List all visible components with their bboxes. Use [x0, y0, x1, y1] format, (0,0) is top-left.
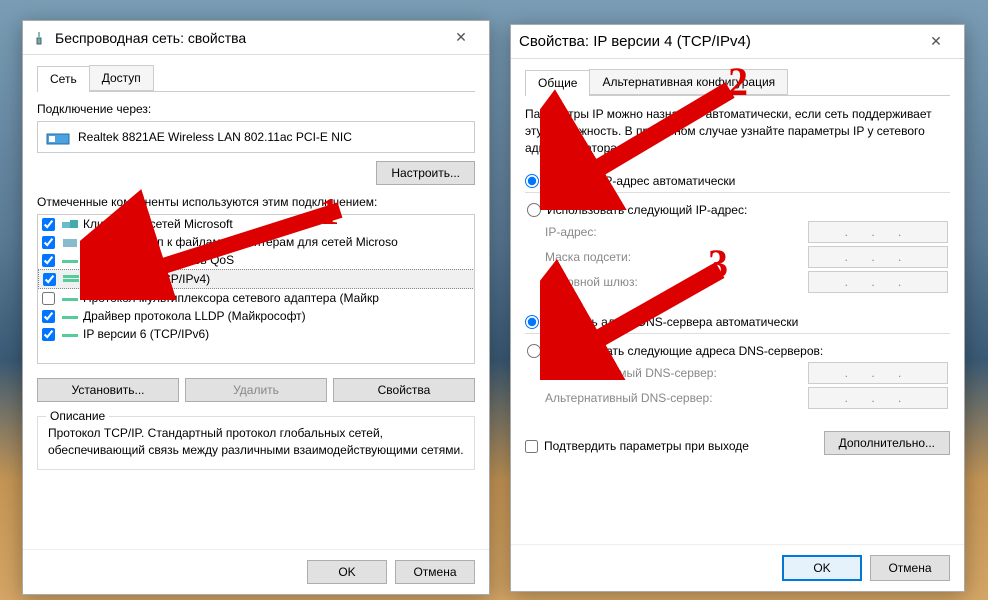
subnet-label: Маска подсети: [545, 250, 808, 264]
cancel-button[interactable]: Отмена [870, 555, 950, 581]
connect-via-label: Подключение через: [37, 102, 475, 116]
list-item-ipv4[interactable]: IP версии 4 (TCP/IPv4) [38, 269, 475, 289]
item-checkbox[interactable] [42, 254, 55, 267]
gateway-input: . . . [808, 271, 948, 293]
install-button[interactable]: Установить... [37, 378, 179, 402]
ipv4-properties-window: Свойства: IP версии 4 (TCP/IPv4) ✕ Общие… [510, 24, 965, 592]
titlebar[interactable]: Свойства: IP версии 4 (TCP/IPv4) ✕ [511, 25, 964, 59]
list-item-label: Протокол мультиплексора сетевого адаптер… [83, 291, 379, 305]
item-checkbox[interactable] [43, 273, 56, 286]
remove-button: Удалить [185, 378, 327, 402]
info-text: Параметры IP можно назначать автоматичес… [525, 106, 950, 156]
description-group: Описание Протокол TCP/IP. Стандартный пр… [37, 416, 475, 470]
description-text: Протокол TCP/IP. Стандартный протокол гл… [48, 425, 464, 459]
tab-alt-config[interactable]: Альтернативная конфигурация [589, 69, 788, 95]
components-label: Отмеченные компоненты используются этим … [37, 195, 475, 209]
properties-button[interactable]: Свойства [333, 378, 475, 402]
list-item[interactable]: Драйвер протокола LLDP (Майкрософт) [38, 307, 475, 325]
window-title: Свойства: IP версии 4 (TCP/IPv4) [519, 33, 916, 50]
list-item[interactable]: IP версии 6 (TCP/IPv6) [38, 325, 475, 343]
window-title: Беспроводная сеть: свойства [55, 30, 441, 46]
list-item-label: IP версии 6 (TCP/IPv6) [83, 327, 209, 341]
dns-manual-label: Использовать следующие адреса DNS-сервер… [547, 344, 823, 358]
protocol-icon [61, 309, 79, 323]
dns-pref-label: Предпочитаемый DNS-сервер: [545, 366, 808, 380]
list-item-label: Драйвер протокола LLDP (Майкрософт) [83, 309, 306, 323]
list-item-label: Клиент для сетей Microsoft [83, 217, 233, 231]
description-title: Описание [46, 409, 109, 423]
item-checkbox[interactable] [42, 292, 55, 305]
dns-alt-input: . . . [808, 387, 948, 409]
ip-auto-label: Получить IP-адрес автоматически [545, 174, 735, 188]
wireless-properties-window: Беспроводная сеть: свойства ✕ Сеть Досту… [22, 20, 490, 595]
dns-alt-label: Альтернативный DNS-сервер: [545, 391, 808, 405]
advanced-button[interactable]: Дополнительно... [824, 431, 950, 455]
list-item[interactable]: Общий доступ к файлам и принтерам для се… [38, 233, 475, 251]
dns-manual-radio-row[interactable]: Использовать следующие адреса DNS-сервер… [527, 344, 948, 358]
tab-strip: Сеть Доступ [37, 65, 475, 92]
dns-auto-label: Получить адрес DNS-сервера автоматически [545, 315, 798, 329]
protocol-icon [61, 291, 79, 305]
adapter-icon [46, 128, 70, 146]
gateway-label: Основной шлюз: [545, 275, 808, 289]
dns-auto-radio[interactable] [525, 315, 539, 329]
share-icon [61, 235, 79, 249]
dns-pref-input: . . . [808, 362, 948, 384]
ip-address-input: . . . [808, 221, 948, 243]
ok-button[interactable]: OK [782, 555, 862, 581]
ip-address-label: IP-адрес: [545, 225, 808, 239]
list-item-label: IP версии 4 (TCP/IPv4) [84, 272, 210, 286]
components-listbox[interactable]: Клиент для сетей Microsoft Общий доступ … [37, 214, 475, 364]
qos-icon [61, 253, 79, 267]
ok-button[interactable]: OK [307, 560, 387, 584]
cancel-button[interactable]: Отмена [395, 560, 475, 584]
ip-manual-radio-row[interactable]: Использовать следующий IP-адрес: [527, 203, 948, 217]
ip-auto-radio-row[interactable]: Получить IP-адрес автоматически [525, 174, 950, 188]
tab-network[interactable]: Сеть [37, 66, 90, 92]
protocol-icon [61, 327, 79, 341]
adapter-box: Realtek 8821AE Wireless LAN 802.11ac PCI… [37, 121, 475, 153]
subnet-input: . . . [808, 246, 948, 268]
ip-manual-radio[interactable] [527, 203, 541, 217]
tab-general[interactable]: Общие [525, 70, 590, 96]
protocol-icon [62, 272, 80, 286]
ip-auto-radio[interactable] [525, 174, 539, 188]
list-item-label: Планировщик пакетов QoS [83, 253, 234, 267]
list-item[interactable]: Клиент для сетей Microsoft [38, 215, 475, 233]
wireless-adapter-icon [31, 30, 47, 46]
close-button[interactable]: ✕ [441, 24, 481, 52]
item-checkbox[interactable] [42, 310, 55, 323]
item-checkbox[interactable] [42, 236, 55, 249]
dns-manual-radio[interactable] [527, 344, 541, 358]
dns-auto-radio-row[interactable]: Получить адрес DNS-сервера автоматически [525, 315, 950, 329]
tab-strip: Общие Альтернативная конфигурация [525, 69, 950, 96]
configure-button[interactable]: Настроить... [376, 161, 475, 185]
list-item-label: Общий доступ к файлам и принтерам для се… [83, 235, 398, 249]
client-icon [61, 217, 79, 231]
item-checkbox[interactable] [42, 218, 55, 231]
titlebar[interactable]: Беспроводная сеть: свойства ✕ [23, 21, 489, 55]
tab-access[interactable]: Доступ [89, 65, 154, 91]
close-button[interactable]: ✕ [916, 28, 956, 56]
item-checkbox[interactable] [42, 328, 55, 341]
list-item[interactable]: Протокол мультиплексора сетевого адаптер… [38, 289, 475, 307]
adapter-name: Realtek 8821AE Wireless LAN 802.11ac PCI… [78, 130, 352, 144]
list-item[interactable]: Планировщик пакетов QoS [38, 251, 475, 269]
ip-manual-label: Использовать следующий IP-адрес: [547, 203, 747, 217]
